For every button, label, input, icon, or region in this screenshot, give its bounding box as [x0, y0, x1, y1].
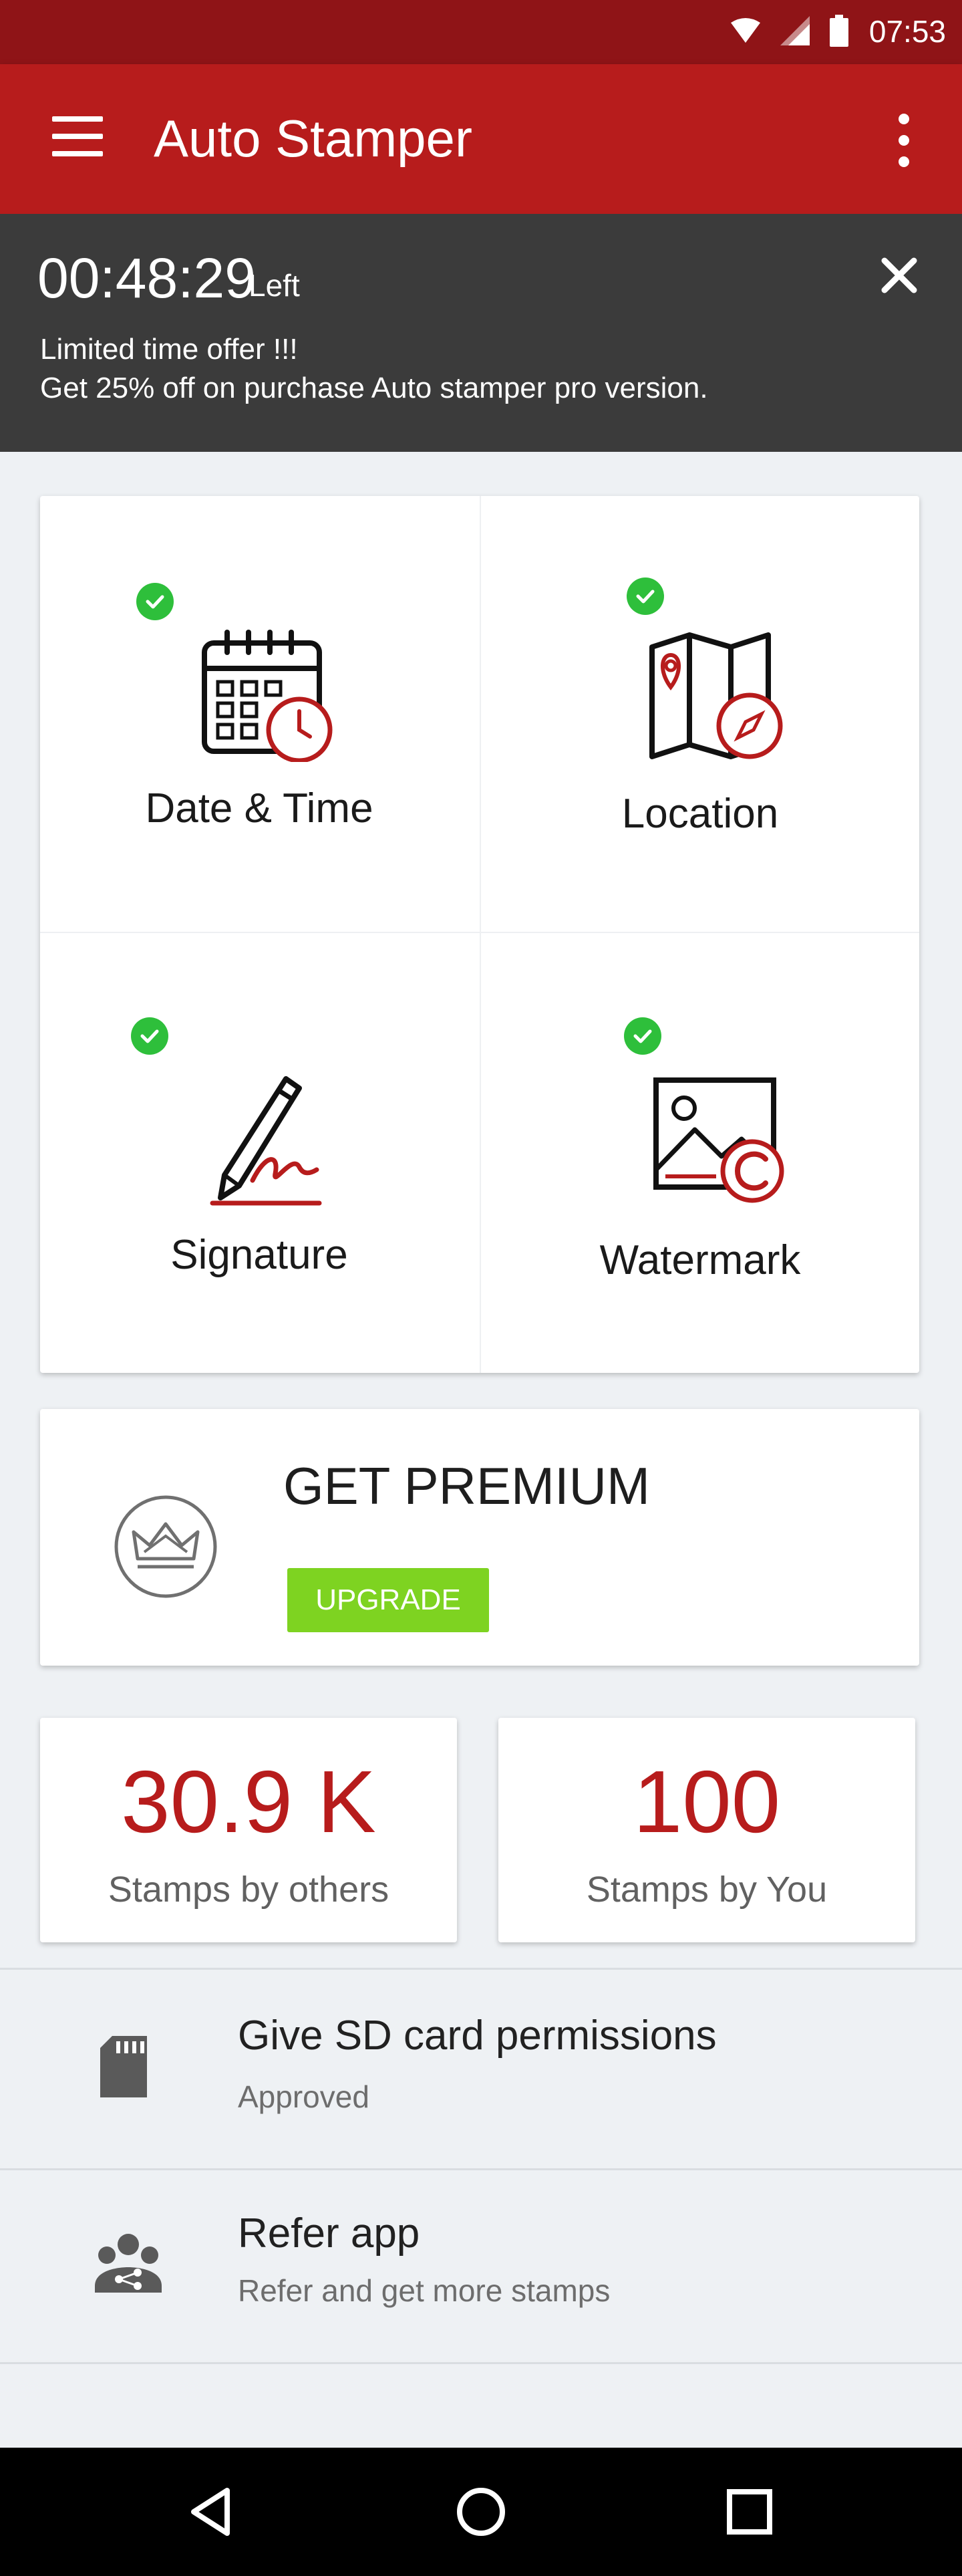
feature-label: Signature	[170, 1232, 348, 1278]
premium-card[interactable]: GET PREMIUM UPGRADE	[40, 1409, 919, 1666]
list-divider	[0, 2168, 962, 2170]
stat-value: 30.9 K	[121, 1753, 376, 1851]
share-group-icon	[95, 2234, 162, 2293]
premium-title: GET PREMIUM	[283, 1456, 650, 1515]
check-icon	[136, 583, 174, 620]
feature-signature[interactable]: Signature	[40, 933, 478, 1369]
stat-stamps-by-you: 100 Stamps by You	[498, 1718, 915, 1942]
more-vert-icon[interactable]	[894, 114, 914, 167]
app-title: Auto Stamper	[154, 109, 472, 168]
battery-icon	[830, 15, 848, 47]
list-item-title: Give SD card permissions	[238, 2013, 717, 2059]
feature-date-time[interactable]: Date & Time	[40, 496, 478, 932]
home-icon[interactable]	[448, 2478, 514, 2545]
upgrade-button[interactable]: UPGRADE	[287, 1568, 489, 1632]
list-item-subtitle: Approved	[238, 2079, 369, 2114]
status-bar: 07:53	[0, 0, 962, 64]
offer-countdown: 00:48:29	[37, 247, 256, 309]
calendar-clock-icon	[202, 630, 333, 762]
check-icon	[131, 1017, 168, 1055]
wifi-icon	[731, 18, 760, 43]
stat-value: 100	[633, 1753, 781, 1851]
features-card: Date & Time Location Signature Watermark	[40, 496, 919, 1373]
feature-watermark[interactable]: Watermark	[481, 933, 919, 1369]
list-item-title: Refer app	[238, 2210, 420, 2257]
back-icon[interactable]	[179, 2478, 246, 2545]
feature-label: Location	[621, 791, 779, 837]
check-icon	[624, 1017, 661, 1055]
status-icons	[731, 15, 848, 47]
feature-label: Watermark	[599, 1237, 801, 1283]
app-bar: Auto Stamper	[0, 64, 962, 214]
navigation-bar	[0, 2448, 962, 2576]
sd-card-icon	[100, 2036, 147, 2097]
offer-countdown-suffix: Left	[249, 268, 300, 303]
check-icon	[627, 577, 664, 615]
refer-app-item[interactable]: Refer app Refer and get more stamps	[0, 2171, 962, 2362]
feature-label: Date & Time	[145, 785, 373, 831]
close-icon[interactable]	[878, 254, 921, 297]
feature-location[interactable]: Location	[481, 496, 919, 932]
list-item-subtitle: Refer and get more stamps	[238, 2273, 611, 2308]
offer-banner: 00:48:29 Left Limited time offer !!! Get…	[0, 214, 962, 452]
offer-line-1: Limited time offer !!!	[40, 333, 298, 366]
list-divider	[0, 1968, 962, 1970]
hamburger-menu-icon[interactable]	[52, 116, 103, 156]
signal-icon	[780, 16, 810, 45]
crown-icon	[114, 1495, 217, 1598]
pen-signature-icon	[210, 1076, 322, 1206]
stat-stamps-by-others: 30.9 K Stamps by others	[40, 1718, 457, 1942]
list-divider	[0, 2362, 962, 2364]
map-compass-icon	[649, 632, 783, 759]
recents-icon[interactable]	[716, 2478, 783, 2545]
offer-line-2: Get 25% off on purchase Auto stamper pro…	[40, 372, 708, 404]
stat-caption: Stamps by others	[108, 1870, 389, 1910]
sd-card-permissions-item[interactable]: Give SD card permissions Approved	[0, 1970, 962, 2167]
image-copyright-icon	[653, 1077, 784, 1203]
status-time: 07:53	[868, 14, 946, 49]
stat-caption: Stamps by You	[586, 1870, 828, 1910]
